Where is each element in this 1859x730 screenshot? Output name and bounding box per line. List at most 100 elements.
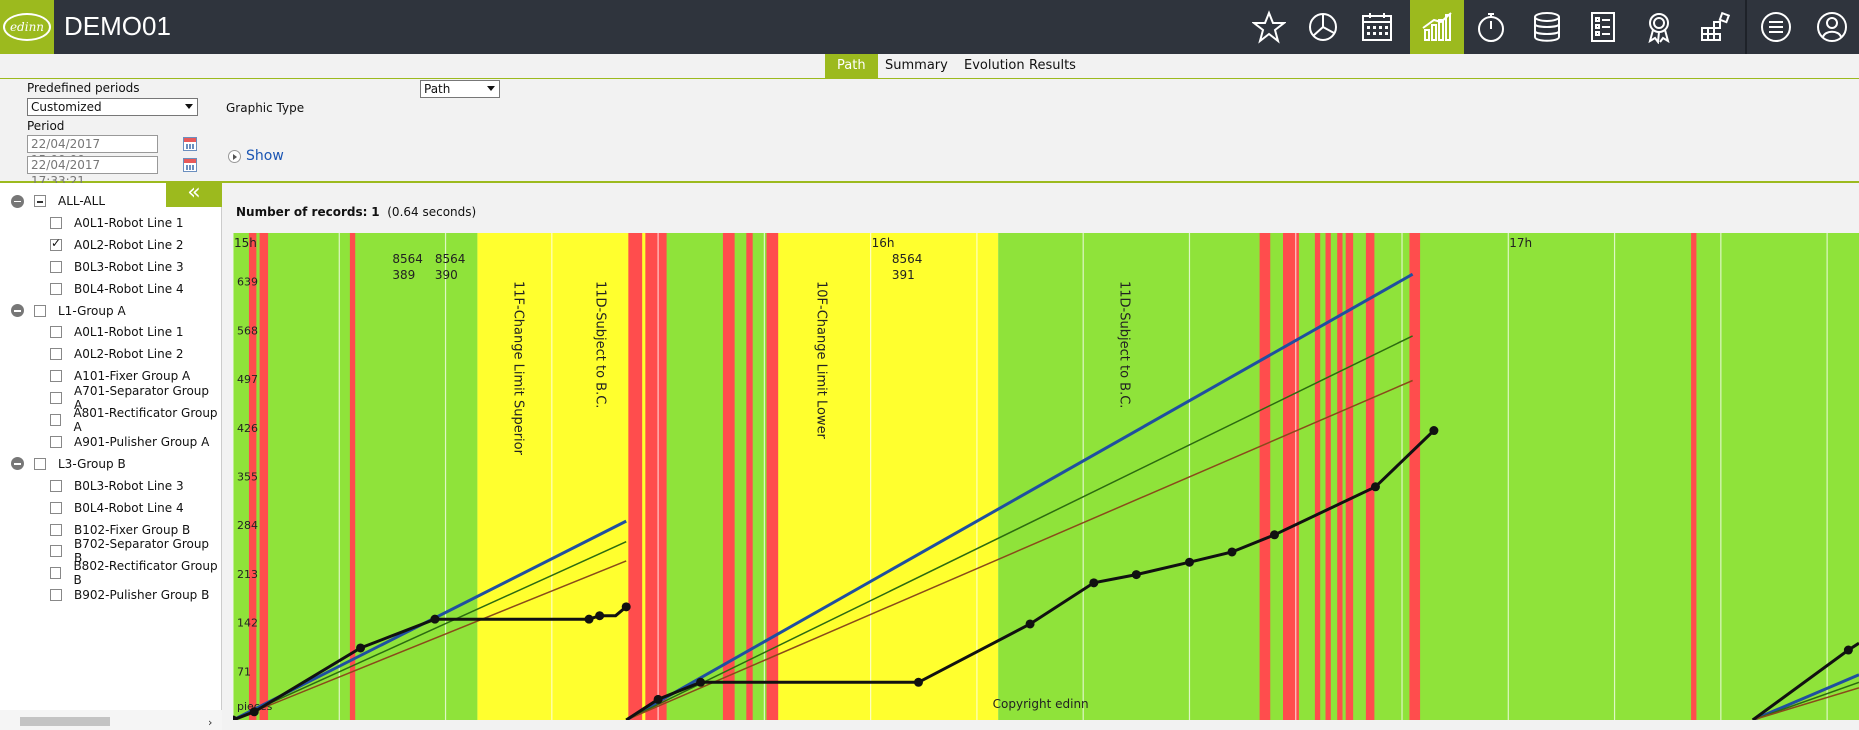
stop-stripe <box>1314 233 1321 720</box>
tab-summary[interactable]: Summary <box>873 54 960 78</box>
record-annotation: 389 <box>392 268 415 282</box>
tree-checkbox[interactable] <box>50 326 62 339</box>
bar-chart-icon[interactable] <box>1410 0 1464 54</box>
tree-label: B0L4-Robot Line 4 <box>74 281 184 296</box>
tab-path[interactable]: Path <box>825 54 878 78</box>
y-tick-label: 639 <box>237 276 258 289</box>
tree-checkbox[interactable] <box>50 545 62 558</box>
grid-icon[interactable] <box>1688 0 1742 54</box>
tree-item[interactable]: B0L4-Robot Line 4 <box>50 278 184 300</box>
tree-item[interactable]: B0L3-Robot Line 3 <box>50 475 184 497</box>
tree-checkbox[interactable] <box>50 435 62 448</box>
y-tick-label: 355 <box>237 471 258 484</box>
tree-item[interactable]: A901-Pulisher Group A <box>50 431 209 453</box>
path-chart: 71142213284355426497568639pieces15h 16h 17… <box>233 233 1859 720</box>
calendar-picker-icon[interactable] <box>183 137 197 151</box>
horizontal-scrollbar[interactable]: › <box>0 710 222 730</box>
tree-checkbox[interactable] <box>34 195 46 207</box>
records-count: 1 <box>371 205 380 219</box>
series-point-actual <box>430 614 440 624</box>
tree-item[interactable]: B0L4-Robot Line 4 <box>50 497 184 519</box>
series-point-actual <box>249 707 259 717</box>
tree-checkbox[interactable] <box>50 348 62 361</box>
edinn-logo[interactable]: edinn <box>0 0 54 54</box>
tree-checkbox[interactable] <box>34 457 46 470</box>
tree-label: A101-Fixer Group A <box>74 369 191 384</box>
tree-checkbox[interactable] <box>50 282 62 295</box>
calendar-icon[interactable] <box>1350 0 1404 54</box>
tree-checkbox[interactable] <box>50 216 62 229</box>
tree-checkbox[interactable] <box>50 392 62 405</box>
y-tick-label: 71 <box>237 665 251 678</box>
tree-checkbox[interactable] <box>50 260 62 273</box>
collapse-node-icon[interactable] <box>11 304 24 317</box>
tree-label: A901-Pulisher Group A <box>74 434 210 449</box>
tree-checkbox[interactable] <box>34 304 46 317</box>
stop-stripe <box>349 233 356 720</box>
collapse-node-icon[interactable] <box>11 457 24 471</box>
tree-checkbox[interactable] <box>50 501 62 514</box>
tree-label: A0L2-Robot Line 2 <box>74 347 184 362</box>
y-tick-label: 284 <box>237 519 258 532</box>
stopwatch-icon[interactable] <box>1464 0 1518 54</box>
y-tick-label: 497 <box>237 373 258 386</box>
tree-item[interactable]: A0L1-Robot Line 1 <box>50 212 184 234</box>
tab-results[interactable]: Results <box>1017 54 1088 78</box>
series-point-actual <box>1089 578 1099 588</box>
pie-chart-icon[interactable] <box>1296 0 1350 54</box>
filter-panel: Predefined periods Customized Period 22/… <box>0 79 1859 188</box>
record-annotation: 8564 <box>892 252 923 266</box>
show-label: Show <box>246 148 284 164</box>
tree-checkbox[interactable] <box>50 589 62 602</box>
award-icon[interactable] <box>1632 0 1686 54</box>
calendar-picker-icon[interactable] <box>183 158 197 172</box>
series-point-actual <box>584 614 594 624</box>
predefined-periods-label: Predefined periods <box>27 81 140 95</box>
tree-checkbox[interactable] <box>50 523 62 536</box>
series-point-actual <box>1025 619 1035 629</box>
tree-item[interactable]: A0L1-Robot Line 1 <box>50 321 184 343</box>
tree-group[interactable]: L3-Group B <box>11 453 126 475</box>
star-icon[interactable] <box>1242 0 1296 54</box>
tree-item[interactable]: A0L2-Robot Line 2 <box>50 234 184 256</box>
tree-checkbox[interactable] <box>50 414 62 426</box>
tree-item[interactable]: B902-Pulisher Group B <box>50 584 209 606</box>
series-point-actual <box>1184 557 1194 567</box>
graphic-type-value: Path <box>424 82 451 96</box>
tree-checkbox[interactable] <box>50 567 62 580</box>
scroll-right-icon[interactable]: › <box>208 716 212 729</box>
tree-checkbox[interactable] <box>50 236 62 251</box>
graphic-type-select[interactable]: Path <box>420 80 500 98</box>
tree-label: A0L1-Robot Line 1 <box>74 215 184 230</box>
status-band-change <box>775 233 999 720</box>
hour-label: 16h <box>872 236 895 250</box>
predefined-periods-select[interactable]: Customized <box>27 98 198 116</box>
tree-checkbox[interactable] <box>50 479 62 492</box>
tree-item[interactable]: A801-Rectificator Group A <box>50 406 221 434</box>
series-point-actual <box>356 643 366 653</box>
date-from-input[interactable]: 22/04/2017 15:00:00 <box>27 135 158 167</box>
menu-icon[interactable] <box>1749 0 1803 54</box>
date-to-input[interactable]: 22/04/2017 17:33:21 <box>27 156 158 188</box>
tree-item[interactable]: B802-Rectificator Group B <box>50 559 221 587</box>
tree-group[interactable]: L1-Group A <box>11 300 126 322</box>
tree-checkbox[interactable] <box>50 370 62 383</box>
tree-item[interactable]: A0L2-Robot Line 2 <box>50 343 184 365</box>
chevron-down-icon <box>487 86 495 91</box>
tab-bar: Path Summary Evolution Results <box>0 54 1859 79</box>
checklist-icon[interactable] <box>1576 0 1630 54</box>
series-point-actual <box>595 611 605 621</box>
series-point-actual <box>1227 547 1237 557</box>
graphic-type-label: Graphic Type <box>226 101 305 115</box>
collapse-node-icon[interactable] <box>11 194 24 208</box>
records-time: (0.64 seconds) <box>387 205 477 219</box>
scrollbar-thumb[interactable] <box>20 717 110 726</box>
tree-group[interactable]: ALL-ALL <box>11 190 105 212</box>
collapse-sidebar-button[interactable]: « <box>166 182 222 207</box>
database-icon[interactable] <box>1520 0 1574 54</box>
toolbar-divider <box>1745 0 1747 54</box>
show-link[interactable]: Show <box>228 148 284 164</box>
y-tick-label: 568 <box>237 324 258 337</box>
tree-item[interactable]: B0L3-Robot Line 3 <box>50 256 184 278</box>
user-icon[interactable] <box>1805 0 1859 54</box>
